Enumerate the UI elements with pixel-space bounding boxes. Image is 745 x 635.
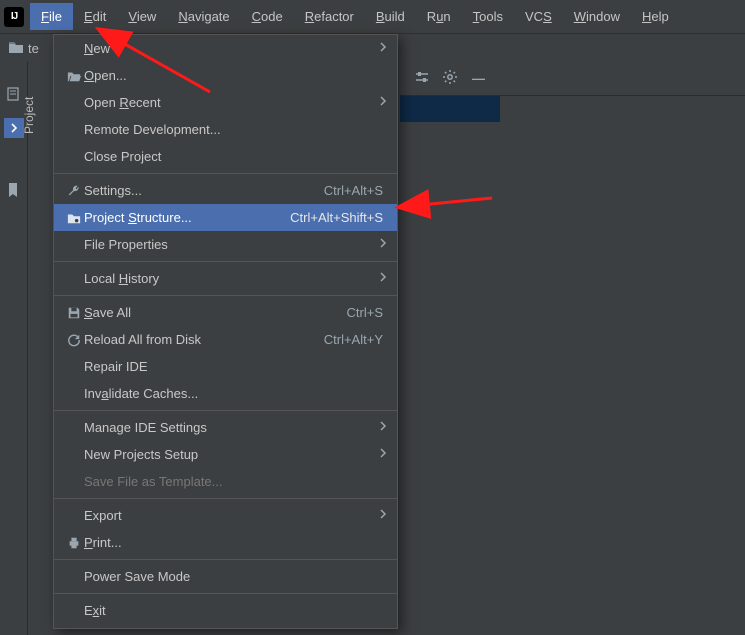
menuitem-label: File Properties — [84, 237, 379, 252]
menuitem-label: New Projects Setup — [84, 447, 379, 462]
folder-open-icon — [64, 69, 84, 83]
menuitem-print[interactable]: Print... — [54, 529, 397, 556]
menubar: IJ FileEditViewNavigateCodeRefactorBuild… — [0, 0, 745, 34]
menuitem-label: Print... — [84, 535, 387, 550]
menuitem-label: Save All — [84, 305, 347, 320]
save-icon — [64, 306, 84, 320]
menu-separator — [54, 261, 397, 262]
menuitem-repair-ide[interactable]: Repair IDE — [54, 353, 397, 380]
menu-separator — [54, 410, 397, 411]
menu-separator — [54, 593, 397, 594]
wrench-icon — [64, 184, 84, 198]
menu-build[interactable]: Build — [365, 3, 416, 30]
menuitem-label: Project Structure... — [84, 210, 290, 225]
menuitem-shortcut: Ctrl+Alt+Shift+S — [290, 210, 387, 225]
menu-separator — [54, 559, 397, 560]
menuitem-label: New — [84, 41, 379, 56]
sliders-icon[interactable] — [408, 65, 436, 92]
menuitem-label: Invalidate Caches... — [84, 386, 387, 401]
chevron-right-icon — [379, 272, 387, 285]
folder-icon — [8, 40, 24, 57]
menuitem-manage-ide-settings[interactable]: Manage IDE Settings — [54, 414, 397, 441]
menuitem-export[interactable]: Export — [54, 502, 397, 529]
structure-icon[interactable] — [6, 86, 22, 105]
menuitem-project-structure[interactable]: Project Structure...Ctrl+Alt+Shift+S — [54, 204, 397, 231]
menuitem-close-project[interactable]: Close Project — [54, 143, 397, 170]
menu-run[interactable]: Run — [416, 3, 462, 30]
menuitem-label: Manage IDE Settings — [84, 420, 379, 435]
menuitem-power-save-mode[interactable]: Power Save Mode — [54, 563, 397, 590]
menuitem-settings[interactable]: Settings...Ctrl+Alt+S — [54, 177, 397, 204]
menuitem-new[interactable]: New — [54, 35, 397, 62]
breadcrumb-label: te — [28, 41, 39, 56]
print-icon — [64, 536, 84, 550]
menu-separator — [54, 498, 397, 499]
menuitem-label: Export — [84, 508, 379, 523]
chevron-right-icon — [379, 42, 387, 55]
menu-navigate[interactable]: Navigate — [167, 3, 240, 30]
menuitem-label: Save File as Template... — [84, 474, 387, 489]
sidebar-expand-button[interactable] — [4, 118, 24, 138]
menuitem-shortcut: Ctrl+S — [347, 305, 387, 320]
menuitem-remote-development[interactable]: Remote Development... — [54, 116, 397, 143]
menuitem-file-properties[interactable]: File Properties — [54, 231, 397, 258]
app-icon-glyph: IJ — [11, 11, 17, 22]
sidebar-project-label[interactable]: Project — [22, 97, 36, 134]
menu-code[interactable]: Code — [241, 3, 294, 30]
menuitem-label: Reload All from Disk — [84, 332, 324, 347]
menuitem-new-projects-setup[interactable]: New Projects Setup — [54, 441, 397, 468]
chevron-right-icon — [379, 421, 387, 434]
menuitem-local-history[interactable]: Local History — [54, 265, 397, 292]
minimize-icon[interactable]: — — [464, 71, 493, 86]
menuitem-label: Open Recent — [84, 95, 379, 110]
menu-vcs[interactable]: VCS — [514, 3, 563, 30]
tool-sidebar: Project — [0, 62, 28, 635]
bookmark-icon[interactable] — [6, 182, 22, 198]
menu-help[interactable]: Help — [631, 3, 680, 30]
chevron-right-icon — [379, 509, 387, 522]
menu-separator — [54, 295, 397, 296]
menuitem-label: Open... — [84, 68, 387, 83]
menu-view[interactable]: View — [117, 3, 167, 30]
menuitem-label: Remote Development... — [84, 122, 387, 137]
menuitem-save-all[interactable]: Save AllCtrl+S — [54, 299, 397, 326]
chevron-right-icon — [379, 448, 387, 461]
menuitem-label: Settings... — [84, 183, 324, 198]
menu-separator — [54, 173, 397, 174]
chevron-right-icon — [379, 238, 387, 251]
gear-icon[interactable] — [436, 65, 464, 92]
menuitem-shortcut: Ctrl+Alt+S — [324, 183, 387, 198]
reload-icon — [64, 333, 84, 347]
menuitem-label: Repair IDE — [84, 359, 387, 374]
app-icon: IJ — [4, 7, 24, 27]
menuitem-label: Close Project — [84, 149, 387, 164]
menu-tools[interactable]: Tools — [462, 3, 514, 30]
menuitem-open[interactable]: Open... — [54, 62, 397, 89]
menu-edit[interactable]: Edit — [73, 3, 117, 30]
menuitem-shortcut: Ctrl+Alt+Y — [324, 332, 387, 347]
menuitem-exit[interactable]: Exit — [54, 597, 397, 624]
menu-window[interactable]: Window — [563, 3, 631, 30]
file-menu-dropdown: New Open... Open Recent Remote Development.… — [53, 34, 398, 629]
menu-refactor[interactable]: Refactor — [294, 3, 365, 30]
menuitem-open-recent[interactable]: Open Recent — [54, 89, 397, 116]
menuitem-save-file-as-template: Save File as Template... — [54, 468, 397, 495]
editor-toolbar: — — [400, 62, 745, 96]
menuitem-invalidate-caches[interactable]: Invalidate Caches... — [54, 380, 397, 407]
menu-file[interactable]: File — [30, 3, 73, 30]
menuitem-label: Local History — [84, 271, 379, 286]
menuitem-label: Exit — [84, 603, 387, 618]
chevron-right-icon — [379, 96, 387, 109]
editor-tab-placeholder — [400, 96, 500, 122]
folder-gear-icon — [64, 211, 84, 225]
menuitem-reload-all-from-disk[interactable]: Reload All from DiskCtrl+Alt+Y — [54, 326, 397, 353]
menuitem-label: Power Save Mode — [84, 569, 387, 584]
